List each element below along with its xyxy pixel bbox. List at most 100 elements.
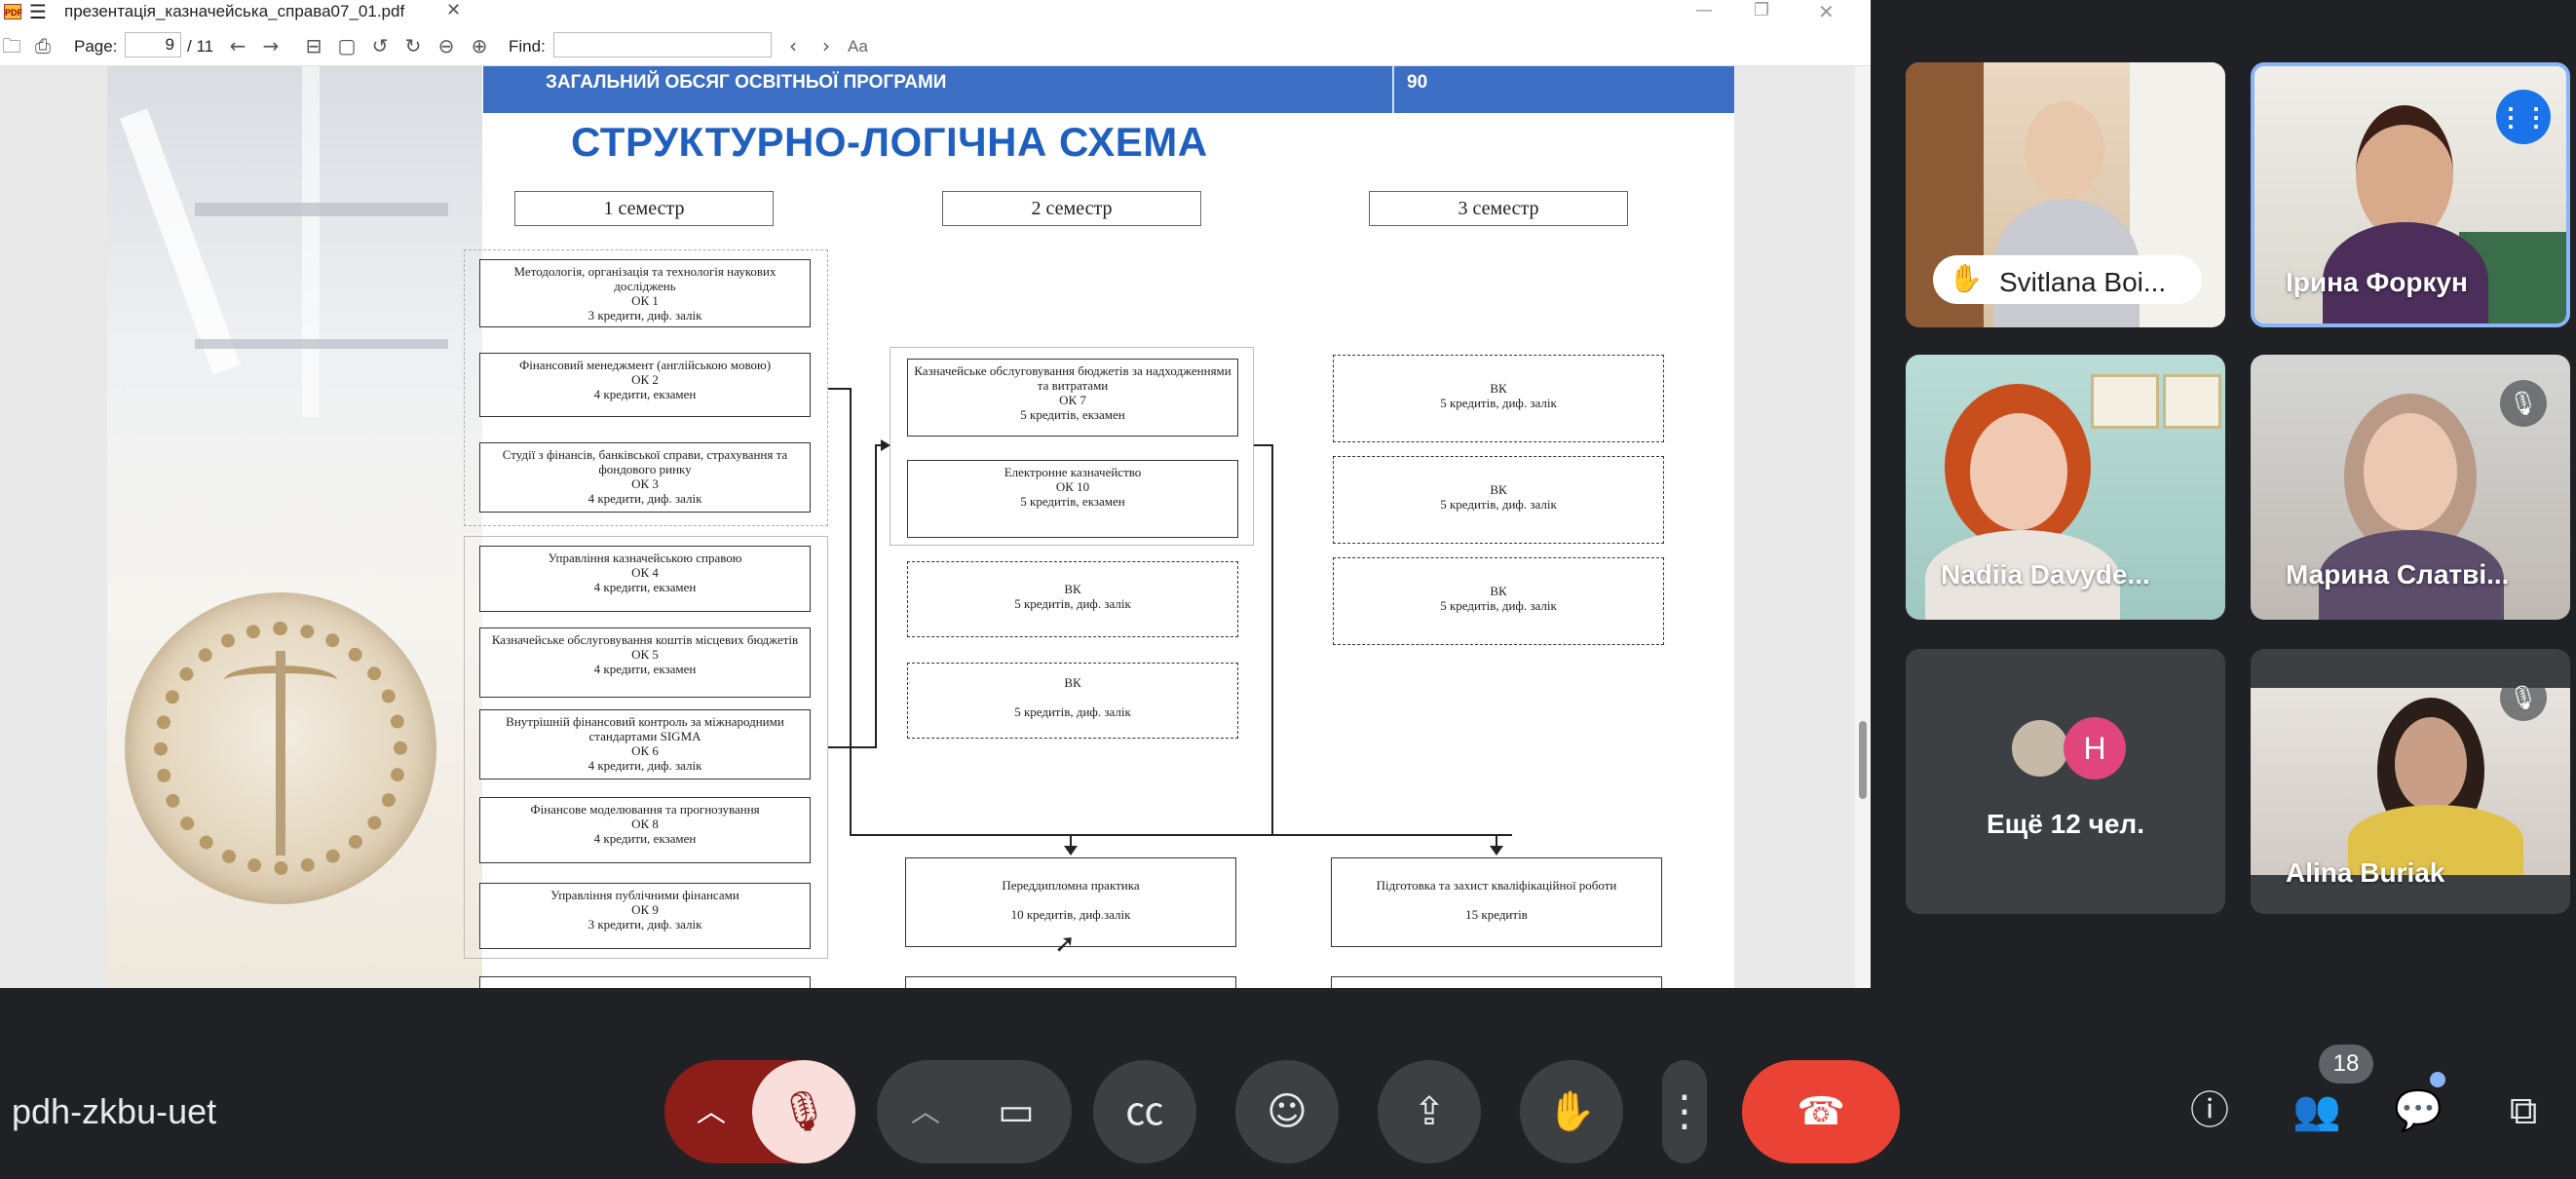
find-input[interactable]	[553, 32, 772, 57]
avatar-letter: H	[2064, 717, 2126, 780]
menu-icon[interactable]: ☰	[29, 0, 47, 23]
program-volume-label: ЗАГАЛЬНИЙ ОБСЯГ ОСВІТНЬОЇ ПРОГРАМИ	[546, 72, 947, 93]
course-vk-s3-3: ВК 5 кредитів, диф. залік	[1333, 557, 1664, 645]
connector	[875, 444, 877, 748]
page-number-input[interactable]: 9	[125, 32, 181, 57]
course-ok4: Управління казначейською справою ОК 44 кр…	[479, 546, 811, 612]
pdf-canvas: ЗАГАЛЬНИЙ ОБСЯГ ОСВІТНЬОЇ ПРОГРАМИ 90 СТ…	[0, 66, 1871, 988]
course-ok2: Фінансовий менеджмент (англійською мовою…	[479, 353, 811, 417]
participant-face	[2364, 413, 2457, 530]
next-page-icon[interactable]: →	[259, 34, 283, 57]
avatar	[2009, 717, 2071, 780]
mic-off-button[interactable]: 🎙	[752, 1060, 855, 1163]
course-ok9: Управління публічними фінансами ОК 93 кре…	[479, 883, 811, 949]
rotate-left-icon[interactable]: ↺	[368, 34, 392, 57]
course-vk-s2-2: ВК 5 кредитів, диф. залік	[907, 663, 1238, 739]
pdf-app-icon: PDF	[4, 4, 22, 19]
participant-name: Nadiia Davyde...	[1941, 559, 2150, 590]
program-volume-value: 90	[1407, 72, 1428, 93]
participant-tile-nadiia[interactable]: Nadiia Davyde...	[1906, 355, 2225, 620]
participant-name: Марина Слатві...	[2286, 559, 2510, 590]
course-vk-s2-1: ВК 5 кредитів, диф. залік	[907, 561, 1238, 637]
course-ok6: Внутрішній фінансовий контроль за міжнар…	[479, 709, 811, 780]
title-bar: PDF ☰ презентація_казначейська_справа07_…	[0, 0, 1871, 25]
find-prev-icon[interactable]: ‹	[781, 34, 805, 57]
thesis-defense: Підготовка та захист кваліфікаційної роб…	[1331, 857, 1662, 947]
fit-page-icon[interactable]: ▢	[335, 34, 359, 57]
program-volume-bar: ЗАГАЛЬНИЙ ОБСЯГ ОСВІТНЬОЇ ПРОГРАМИ 90	[483, 66, 1734, 113]
raised-hand-icon: ✋	[1949, 262, 1983, 294]
course-vk-s3-2: ВК 5 кредитів, диф. залік	[1333, 456, 1664, 544]
close-tab-icon[interactable]: ✕	[446, 0, 461, 20]
rotate-right-icon[interactable]: ↻	[401, 34, 425, 57]
captions-button[interactable]: ㏄	[1093, 1060, 1196, 1163]
cut-box-3	[1331, 976, 1662, 988]
single-page-icon[interactable]: ⊟	[302, 34, 325, 57]
minimize-icon[interactable]: —	[1695, 0, 1713, 20]
connector	[1271, 444, 1273, 834]
find-label: Find:	[509, 37, 546, 56]
pdf-viewer-window: PDF ☰ презентація_казначейська_справа07_…	[0, 0, 1871, 988]
participant-face	[2395, 717, 2467, 811]
more-participants-label: Ещё 12 чел.	[1987, 809, 2144, 839]
match-case-toggle[interactable]: Aa	[848, 37, 868, 57]
print-icon[interactable]: ⎙	[31, 34, 55, 57]
activities-icon[interactable]: ⧉	[2494, 1082, 2553, 1140]
unread-dot	[2430, 1072, 2445, 1087]
participant-tile-svitlana[interactable]: ✋ Svitlana Boi...	[1906, 62, 2225, 327]
scrollbar-thumb[interactable]	[1859, 721, 1867, 799]
participant-face	[2025, 101, 2104, 199]
zoom-in-icon[interactable]: ⊕	[468, 34, 491, 57]
slide-page: ЗАГАЛЬНИЙ ОБСЯГ ОСВІТНЬОЇ ПРОГРАМИ 90 СТ…	[107, 66, 1734, 988]
caduceus-emblem	[276, 651, 285, 856]
participant-face	[1970, 413, 2067, 530]
zoom-out-icon[interactable]: ⊖	[435, 34, 458, 57]
course-ok3: Студії з фінансів, банківської справи, с…	[479, 442, 811, 513]
prev-page-icon[interactable]: ←	[226, 34, 249, 57]
close-window-icon[interactable]: ✕	[1818, 0, 1835, 23]
mouse-cursor-icon: ➚	[1054, 930, 1076, 959]
participant-tile-alina[interactable]: 🎙 Alina Buriak	[2251, 649, 2570, 914]
camera-options-chevron-icon[interactable]: ︿	[896, 1084, 955, 1142]
slide-title: СТРУКТУРНО-ЛОГІЧНА СХЕМА	[571, 119, 1208, 165]
page-label: Page:	[74, 37, 118, 56]
connector	[850, 388, 852, 836]
connector	[1254, 444, 1273, 446]
more-options-button[interactable]: ⋮	[1662, 1060, 1707, 1163]
semester-2-header: 2 семестр	[942, 191, 1201, 226]
vertical-scrollbar[interactable]	[1855, 66, 1871, 988]
meeting-code: pdh-zkbu-uet	[12, 1091, 217, 1131]
arrow-down	[1490, 846, 1503, 856]
find-next-icon[interactable]: ›	[814, 34, 838, 57]
course-vk-s3-1: ВК 5 кредитів, диф. залік	[1333, 355, 1664, 442]
meeting-info-icon[interactable]: ⓘ	[2180, 1082, 2239, 1140]
mic-off-icon: 🎙	[2500, 380, 2547, 427]
participant-tile-maryna[interactable]: 🎙 Марина Слатві...	[2251, 355, 2570, 620]
course-ok5: Казначейське обслуговування коштів місце…	[479, 628, 811, 698]
chat-icon[interactable]: 💬	[2389, 1082, 2447, 1140]
emoji-button[interactable]: ☺	[1235, 1060, 1339, 1163]
document-title: презентація_казначейська_справа07_01.pdf	[64, 2, 405, 20]
connector	[828, 388, 852, 390]
certificate	[2163, 374, 2221, 429]
pdf-toolbar: 🗀 ⎙ Page: 9 / 11 ← → ⊟ ▢ ↺ ↻ ⊖ ⊕ Find: ‹…	[0, 25, 1871, 66]
arrow-right	[881, 439, 890, 451]
more-participants-tile[interactable]: H Ещё 12 чел.	[1906, 649, 2225, 914]
speaking-indicator-icon: ⋮⋮	[2496, 90, 2551, 144]
people-icon[interactable]: 👥	[2288, 1082, 2346, 1140]
participant-name: Alina Buriak	[2286, 857, 2445, 888]
mic-options-chevron-icon[interactable]: ︿	[682, 1084, 740, 1142]
participant-tile-iryna[interactable]: ⋮⋮ Ірина Форкун	[2251, 62, 2570, 327]
course-ok8: Фінансове моделювання та прогнозування ОК…	[479, 797, 811, 863]
raise-hand-button[interactable]: ✋	[1520, 1060, 1623, 1163]
camera-button[interactable]: ▭	[965, 1060, 1068, 1163]
page-total: / 11	[187, 37, 214, 56]
present-screen-button[interactable]: ⇪	[1378, 1060, 1481, 1163]
end-call-button[interactable]: ☎	[1742, 1060, 1900, 1163]
maximize-icon[interactable]: ❐	[1754, 0, 1769, 20]
header-separator	[1392, 66, 1394, 113]
participant-count-badge: 18	[2319, 1045, 2373, 1084]
participant-name: Ірина Форкун	[2286, 267, 2468, 297]
open-folder-icon[interactable]: 🗀	[0, 34, 23, 57]
semester-1-header: 1 семестр	[514, 191, 774, 226]
